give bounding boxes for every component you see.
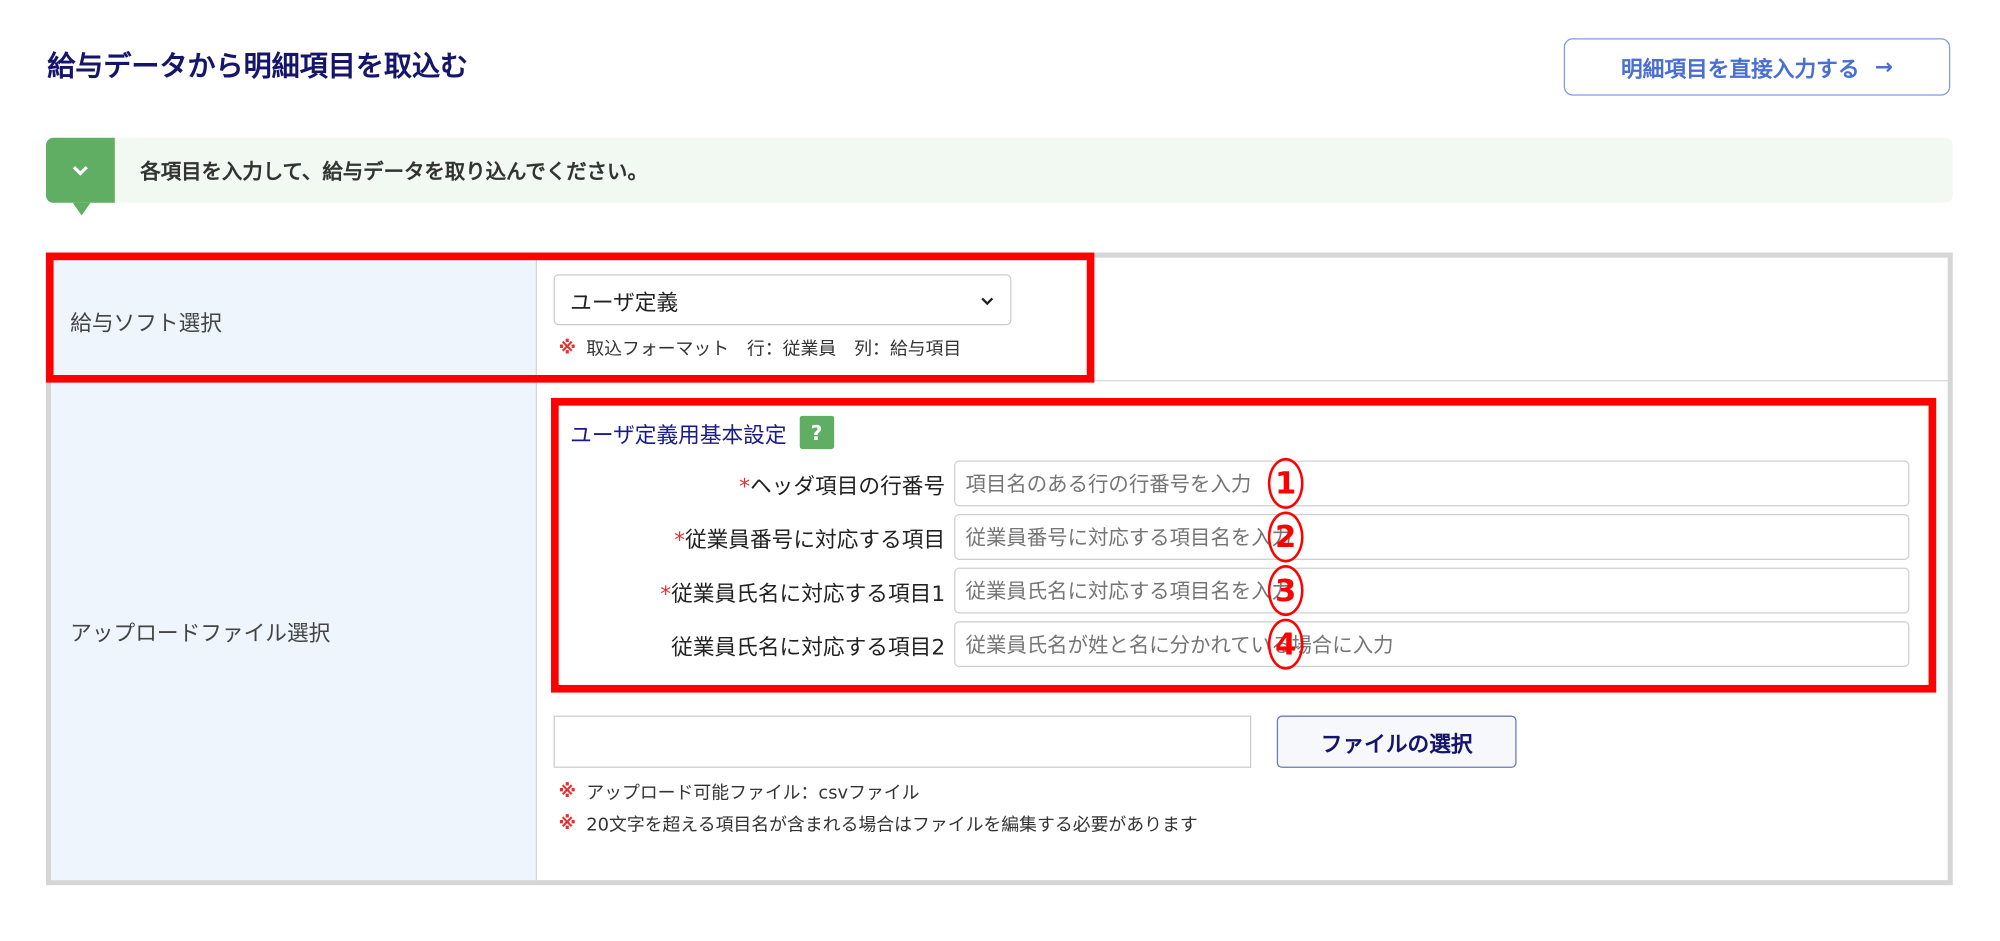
chevron-down-icon[interactable]: [45, 137, 115, 203]
highlight-box-settings: [551, 397, 1937, 693]
note-text: 20文字を超える項目名が含まれる場合はファイルを編集する必要があります: [586, 815, 1198, 836]
banner-pointer: [72, 202, 91, 216]
upload-note-1: ※ アップロード可能ファイル：csvファイル: [559, 779, 920, 805]
arrow-right-icon: →: [1874, 54, 1894, 80]
page-title: 給与データから明細項目を取込む: [47, 51, 469, 83]
info-message: 各項目を入力して、給与データを取り込んでください。: [140, 159, 648, 184]
note-mark-icon: ※: [558, 813, 577, 835]
highlight-box-software: [45, 252, 1095, 383]
upload-note-2: ※ 20文字を超える項目名が含まれる場合はファイルを編集する必要があります: [559, 811, 1198, 837]
note-text: アップロード可能ファイル：csvファイル: [586, 783, 920, 804]
upload-label: アップロードファイル選択: [70, 621, 331, 647]
note-mark-icon: ※: [558, 781, 577, 803]
direct-input-button[interactable]: 明細項目を直接入力する →: [1563, 38, 1951, 96]
file-name-field[interactable]: [553, 715, 1252, 768]
choose-file-button[interactable]: ファイルの選択: [1276, 715, 1517, 768]
direct-input-label: 明細項目を直接入力する: [1621, 57, 1860, 83]
